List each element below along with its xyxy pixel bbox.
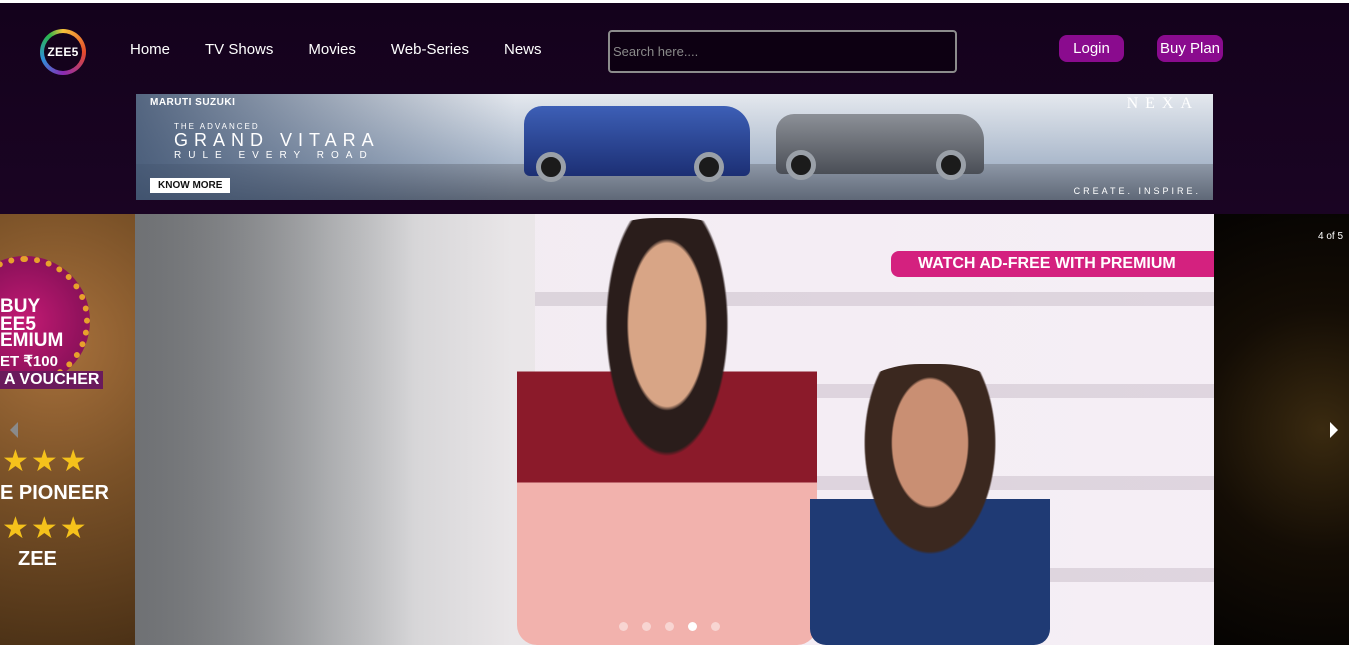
car-image-gray xyxy=(776,114,984,180)
ad-tagline: RULE EVERY ROAD xyxy=(174,150,374,161)
nav-item-web-series[interactable]: Web-Series xyxy=(391,39,469,61)
wheel xyxy=(786,150,816,180)
chevron-left-icon xyxy=(10,422,18,438)
carousel-dot[interactable] xyxy=(642,622,651,631)
ad-secondary-tagline: CREATE. INSPIRE. xyxy=(1073,186,1201,196)
slide-counter: 4 of 5 xyxy=(1318,231,1344,242)
car-image-blue xyxy=(524,106,750,182)
wall-shadow xyxy=(135,214,415,645)
carousel-dot-active[interactable] xyxy=(688,622,697,631)
wheel xyxy=(936,150,966,180)
zee5-logo[interactable]: ZEE5 xyxy=(40,29,86,75)
carousel-dot[interactable] xyxy=(619,622,628,631)
rating-stars: ★★★ xyxy=(2,445,89,478)
hero-carousel: BUY EE5 EMIUM ET ₹100 A VOUCHER ★★★ E PI… xyxy=(0,214,1349,645)
carousel-dots xyxy=(619,622,720,631)
carousel-next-button[interactable] xyxy=(1324,419,1344,441)
wheel xyxy=(694,152,724,182)
woman-figure xyxy=(517,218,817,645)
header: ZEE5 Home TV Shows Movies Web-Series New… xyxy=(0,3,1349,214)
wheel xyxy=(536,152,566,182)
nav-item-home[interactable]: Home xyxy=(130,39,170,61)
ad-headline: GRAND VITARA xyxy=(174,130,380,150)
ad-brand: MARUTI SUZUKI xyxy=(150,97,236,108)
chevron-right-icon xyxy=(1330,422,1338,438)
zee-text: ZEE xyxy=(18,548,57,570)
search-input[interactable] xyxy=(608,30,957,73)
carousel-prev-button[interactable] xyxy=(4,419,24,441)
rating-stars: ★★★ xyxy=(2,512,89,545)
page: ZEE5 Home TV Shows Movies Web-Series New… xyxy=(0,0,1351,645)
promo-line: EMIUM xyxy=(0,330,64,351)
login-button[interactable]: Login xyxy=(1059,35,1124,62)
premium-tag: WATCH AD-FREE WITH PREMIUM xyxy=(891,251,1214,277)
carousel-dot[interactable] xyxy=(665,622,674,631)
buy-plan-button[interactable]: Buy Plan xyxy=(1157,35,1223,62)
know-more-button[interactable]: KNOW MORE xyxy=(150,178,231,193)
nav-item-tv-shows[interactable]: TV Shows xyxy=(205,39,273,61)
ad-nexa-logo: NEXA xyxy=(1126,95,1199,112)
pioneer-text: E PIONEER xyxy=(0,482,109,504)
promo-line: ET ₹100 xyxy=(0,353,58,370)
main-nav: Home TV Shows Movies Web-Series News xyxy=(130,39,577,61)
logo-text: ZEE5 xyxy=(44,33,82,71)
girl-figure xyxy=(810,364,1050,645)
nav-item-movies[interactable]: Movies xyxy=(308,39,356,61)
carousel-dot[interactable] xyxy=(711,622,720,631)
promo-line: A VOUCHER xyxy=(0,371,104,389)
ad-banner[interactable]: MARUTI SUZUKI THE ADVANCED GRAND VITARA … xyxy=(136,94,1213,200)
nav-item-news[interactable]: News xyxy=(504,39,542,61)
